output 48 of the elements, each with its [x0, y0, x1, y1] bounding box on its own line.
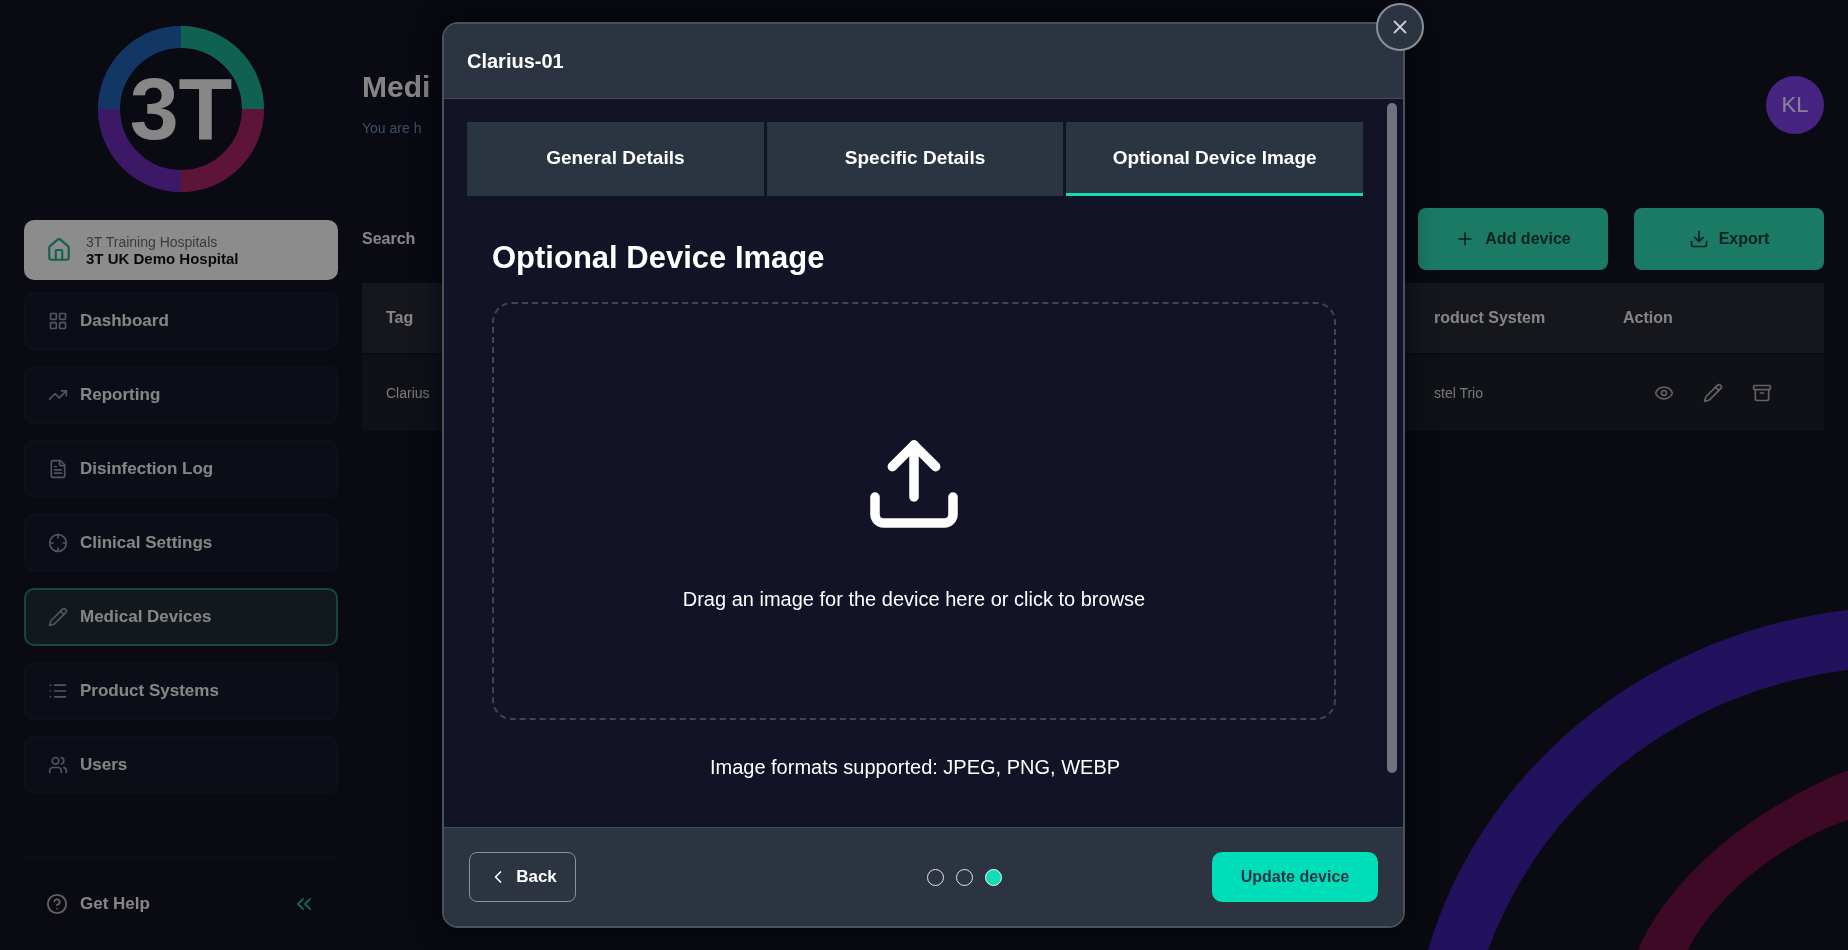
hospital-name: 3T UK Demo Hospital: [86, 249, 239, 267]
nav-item[interactable]: Reporting: [24, 366, 338, 424]
help-icon: [46, 893, 68, 915]
tab[interactable]: Specific Details: [766, 122, 1064, 196]
nav-item[interactable]: Clinical Settings: [24, 514, 338, 572]
grid-icon: [48, 311, 68, 331]
table-cell-text: stel Trio: [1433, 385, 1484, 401]
nav-item[interactable]: Product Systems: [24, 662, 338, 720]
view-icon[interactable]: [1654, 383, 1674, 403]
tab[interactable]: Optional Device Image: [1066, 122, 1363, 196]
section-heading: Optional Device Image: [492, 240, 826, 276]
download-icon: [1688, 229, 1709, 249]
table-cell-text: Clarius: [385, 385, 431, 401]
update-device-button[interactable]: Update device: [1212, 852, 1378, 902]
close-button[interactable]: [1376, 3, 1424, 51]
logo-text: 3T: [129, 58, 233, 160]
hospital-selector[interactable]: 3T Training Hospitals 3T UK Demo Hospital: [24, 220, 338, 280]
document-icon: [48, 459, 68, 479]
search-label: Search: [362, 230, 417, 248]
crosshair-icon: [48, 533, 68, 553]
users-icon: [48, 755, 68, 775]
home-icon: [46, 237, 72, 263]
modal-title: Clarius-01: [467, 49, 564, 73]
nav-item[interactable]: Users: [24, 736, 338, 794]
nav-item[interactable]: Medical Devices: [24, 588, 338, 646]
column-header: roduct System: [1433, 309, 1547, 327]
back-button[interactable]: Back: [469, 852, 576, 902]
archive-icon[interactable]: [1752, 383, 1772, 403]
column-header: Action: [1622, 309, 1674, 327]
column-header: Tag: [385, 309, 415, 327]
logo-ring-icon: [96, 24, 266, 194]
hospital-group: 3T Training Hospitals: [86, 233, 239, 250]
page-subtitle: You are h: [362, 120, 423, 136]
image-dropzone[interactable]: Drag an image for the device here or click to browse: [492, 302, 1336, 720]
export-button[interactable]: Export: [1634, 208, 1824, 270]
formats-note: Image formats supported: JPEG, PNG, WEBP: [708, 756, 1122, 779]
edit-icon[interactable]: [1703, 383, 1723, 403]
add-device-button[interactable]: Add device: [1418, 208, 1608, 270]
page-title: Medi: [362, 70, 431, 104]
nav-item[interactable]: Disinfection Log: [24, 440, 338, 498]
list-icon: [48, 681, 68, 701]
pencil-icon: [48, 607, 68, 627]
user-avatar[interactable]: KL: [1766, 76, 1824, 134]
scrollbar-thumb[interactable]: [1387, 103, 1397, 773]
dropzone-text: Drag an image for the device here or click to browse: [682, 587, 1146, 611]
nav-item[interactable]: Dashboard: [24, 292, 338, 350]
tab[interactable]: General Details: [467, 122, 764, 196]
help-link[interactable]: Get Help: [80, 894, 280, 914]
